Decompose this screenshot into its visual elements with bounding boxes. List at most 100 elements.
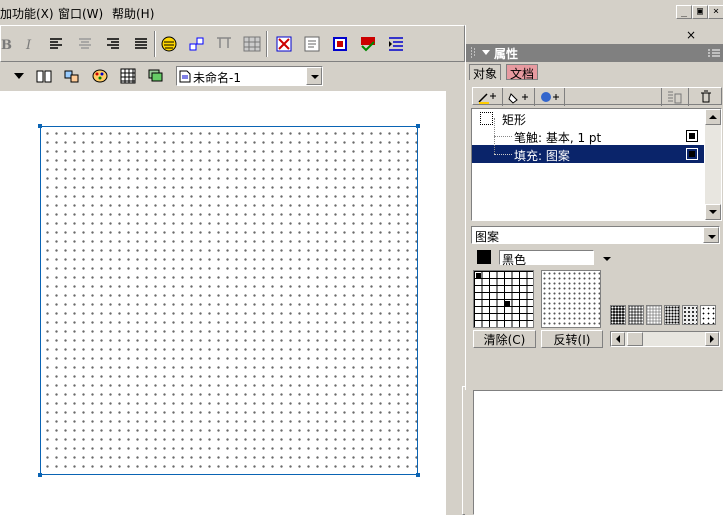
pattern-preset[interactable] — [700, 305, 716, 325]
fill-type-select[interactable]: 图案 — [471, 226, 720, 244]
selection-handle[interactable] — [38, 473, 42, 477]
panel-title-bar[interactable]: 属性 — [466, 44, 723, 62]
menubar: 加功能(X) 窗口(W) 帮助(H) _ ▣ × — [0, 0, 723, 24]
fill-label: 填充: 图案 — [514, 149, 570, 163]
close-button[interactable]: × — [708, 5, 723, 19]
italic-icon[interactable]: I — [19, 33, 41, 55]
layers-icon[interactable] — [145, 66, 167, 86]
chevron-down-icon[interactable] — [599, 250, 615, 266]
tree-root[interactable]: 矩形 — [472, 109, 704, 127]
pattern-pixel[interactable] — [476, 273, 481, 278]
align-right-icon[interactable] — [102, 33, 124, 55]
selection-handle[interactable] — [416, 473, 420, 477]
add-effect-icon[interactable] — [535, 88, 565, 106]
menu-window[interactable]: 窗口(W) — [58, 5, 103, 22]
align-left-icon[interactable] — [45, 33, 67, 55]
tree-item-stroke[interactable]: 笔触: 基本, 1 pt — [472, 118, 704, 145]
pattern-preset[interactable] — [646, 305, 662, 325]
toolbar-separator — [266, 31, 268, 57]
pattern-preset[interactable] — [628, 305, 644, 325]
object-attribute-list: 矩形 笔触: 基本, 1 pt 填充: 图案 — [471, 108, 722, 221]
svg-text:B: B — [1, 38, 12, 51]
tree-item-fill[interactable]: 填充: 图案 — [472, 136, 704, 163]
delete-attribute-icon[interactable] — [661, 88, 689, 106]
pattern-pixel[interactable] — [505, 301, 510, 306]
toolbar-separator — [154, 31, 156, 57]
pattern-preset[interactable] — [610, 305, 626, 325]
add-stroke-icon[interactable] — [473, 88, 503, 106]
list-scrollbar[interactable] — [705, 109, 721, 220]
pattern-pixel-editor[interactable] — [473, 270, 534, 328]
attach-to-path-icon[interactable] — [186, 33, 208, 55]
document-icon — [179, 70, 191, 83]
flow-inside-icon[interactable] — [158, 33, 180, 55]
rectangle-icon — [480, 112, 493, 125]
restore-button[interactable]: ▣ — [692, 5, 708, 19]
invert-button[interactable]: 反转(I) — [541, 330, 603, 348]
svg-text:I: I — [25, 38, 32, 51]
document-select[interactable]: 未命名-1 — [176, 66, 323, 86]
pattern-color-select[interactable]: 黑色 — [475, 249, 615, 267]
fill-type-value: 图案 — [475, 230, 500, 244]
minimize-button[interactable]: _ — [676, 5, 692, 19]
empty-panel-area — [473, 390, 723, 515]
document-name: 未命名-1 — [193, 71, 241, 85]
panel-toolbar — [472, 87, 722, 106]
trash-icon[interactable] — [691, 88, 721, 106]
symbols-icon[interactable] — [61, 66, 83, 86]
text-toolbar: B I — [0, 25, 465, 62]
chevron-down-icon[interactable] — [703, 227, 719, 243]
pattern-filled-rectangle[interactable] — [38, 124, 420, 477]
bold-icon[interactable]: B — [0, 33, 17, 55]
library-icon[interactable] — [33, 66, 55, 86]
pattern-presets-scrollbar[interactable] — [610, 331, 720, 347]
selection-handle[interactable] — [416, 124, 420, 128]
tab-object[interactable]: 对象 — [469, 64, 502, 81]
menu-help[interactable]: 帮助(H) — [112, 5, 154, 22]
color-chip[interactable] — [477, 250, 491, 264]
selection-handle[interactable] — [38, 124, 42, 128]
canvas-gutter — [446, 91, 462, 515]
swatches-icon[interactable] — [117, 66, 139, 86]
table-grid-icon[interactable] — [241, 33, 263, 55]
indent-icon[interactable] — [385, 33, 407, 55]
stroke-color-swatch[interactable] — [686, 130, 698, 142]
panel-gutter — [465, 390, 473, 515]
edit-check-icon[interactable] — [357, 33, 379, 55]
pattern-presets — [610, 305, 720, 327]
stroke-label: 笔触: 基本, 1 pt — [514, 131, 602, 145]
scroll-thumb[interactable] — [627, 332, 643, 346]
tree-root-label: 矩形 — [502, 113, 527, 127]
align-objects-icon[interactable] — [273, 33, 295, 55]
scroll-right-icon[interactable] — [705, 332, 719, 346]
tree-connector — [494, 118, 495, 136]
tool-dropdown-icon[interactable] — [8, 66, 30, 86]
color-name: 黑色 — [499, 250, 594, 267]
collapse-arrow-icon[interactable] — [482, 49, 490, 57]
fill-color-swatch[interactable] — [686, 148, 698, 160]
pattern-preview — [541, 270, 601, 328]
text-direction-icon[interactable] — [213, 33, 235, 55]
add-fill-icon[interactable] — [503, 88, 535, 106]
panel-close-icon[interactable]: × — [686, 28, 696, 42]
tree-connector — [494, 154, 512, 155]
panel-menu-icon[interactable] — [708, 48, 720, 58]
scroll-down-icon[interactable] — [705, 204, 721, 220]
scroll-left-icon[interactable] — [611, 332, 625, 346]
justify-icon[interactable] — [130, 33, 152, 55]
chevron-down-icon[interactable] — [306, 67, 322, 85]
color-mixer-icon[interactable] — [89, 66, 111, 86]
panel-title: 属性 — [494, 47, 519, 61]
text-box-icon[interactable] — [301, 33, 323, 55]
drag-grip-icon[interactable] — [470, 47, 476, 59]
clear-button[interactable]: 清除(C) — [473, 330, 536, 348]
tree-connector — [494, 136, 495, 154]
crop-icon[interactable] — [329, 33, 351, 55]
scroll-up-icon[interactable] — [705, 109, 721, 125]
menu-xtras[interactable]: 加功能(X) — [0, 5, 54, 22]
tab-document[interactable]: 文档 — [506, 64, 539, 81]
pattern-preset[interactable] — [682, 305, 698, 325]
tree-connector — [494, 136, 512, 137]
align-center-icon[interactable] — [74, 33, 96, 55]
pattern-preset[interactable] — [664, 305, 680, 325]
